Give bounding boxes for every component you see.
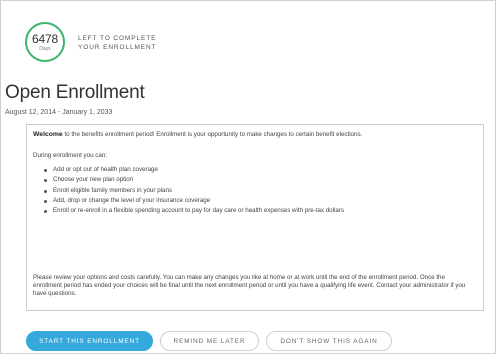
enrollment-info-panel: Welcome to the benefits enrollment perio… (26, 124, 484, 311)
review-paragraph: Please review your options and costs car… (33, 274, 466, 297)
remind-me-later-button[interactable]: REMIND ME LATER (160, 331, 259, 351)
enrollment-options-list: Add or opt out of health plan coverage C… (43, 166, 478, 215)
enrollment-date-range: August 12, 2014 - January 1, 2033 (5, 109, 113, 116)
welcome-paragraph: Welcome to the benefits enrollment perio… (33, 131, 478, 139)
start-enrollment-button[interactable]: START THIS ENROLLMENT (26, 331, 153, 351)
welcome-text: to the benefits enrollment period! Enrol… (62, 131, 363, 138)
days-remaining-badge: 6478 Days (25, 22, 65, 62)
days-remaining-caption: LEFT TO COMPLETE YOUR ENROLLMENT (78, 34, 218, 52)
page-title: Open Enrollment (5, 82, 145, 103)
welcome-heading: Welcome (33, 131, 63, 138)
list-item: Add or opt out of health plan coverage (43, 166, 478, 174)
list-item: Enroll eligible family members in your p… (43, 187, 478, 195)
list-item: Enroll or re-enroll in a flexible spendi… (43, 207, 478, 215)
days-remaining-unit: Days (39, 46, 51, 52)
caption-line-1: LEFT TO COMPLETE (78, 35, 157, 42)
days-remaining-number: 6478 (32, 32, 58, 46)
during-enrollment-text: During enrollment you can: (33, 152, 107, 159)
dont-show-again-button[interactable]: DON'T SHOW THIS AGAIN (266, 331, 392, 351)
list-item: Add, drop or change the level of your in… (43, 197, 478, 205)
list-item: Choose your new plan option (43, 176, 478, 184)
caption-line-2: YOUR ENROLLMENT (78, 44, 157, 51)
enrollment-dialog: 6478 Days LEFT TO COMPLETE YOUR ENROLLME… (0, 0, 496, 354)
